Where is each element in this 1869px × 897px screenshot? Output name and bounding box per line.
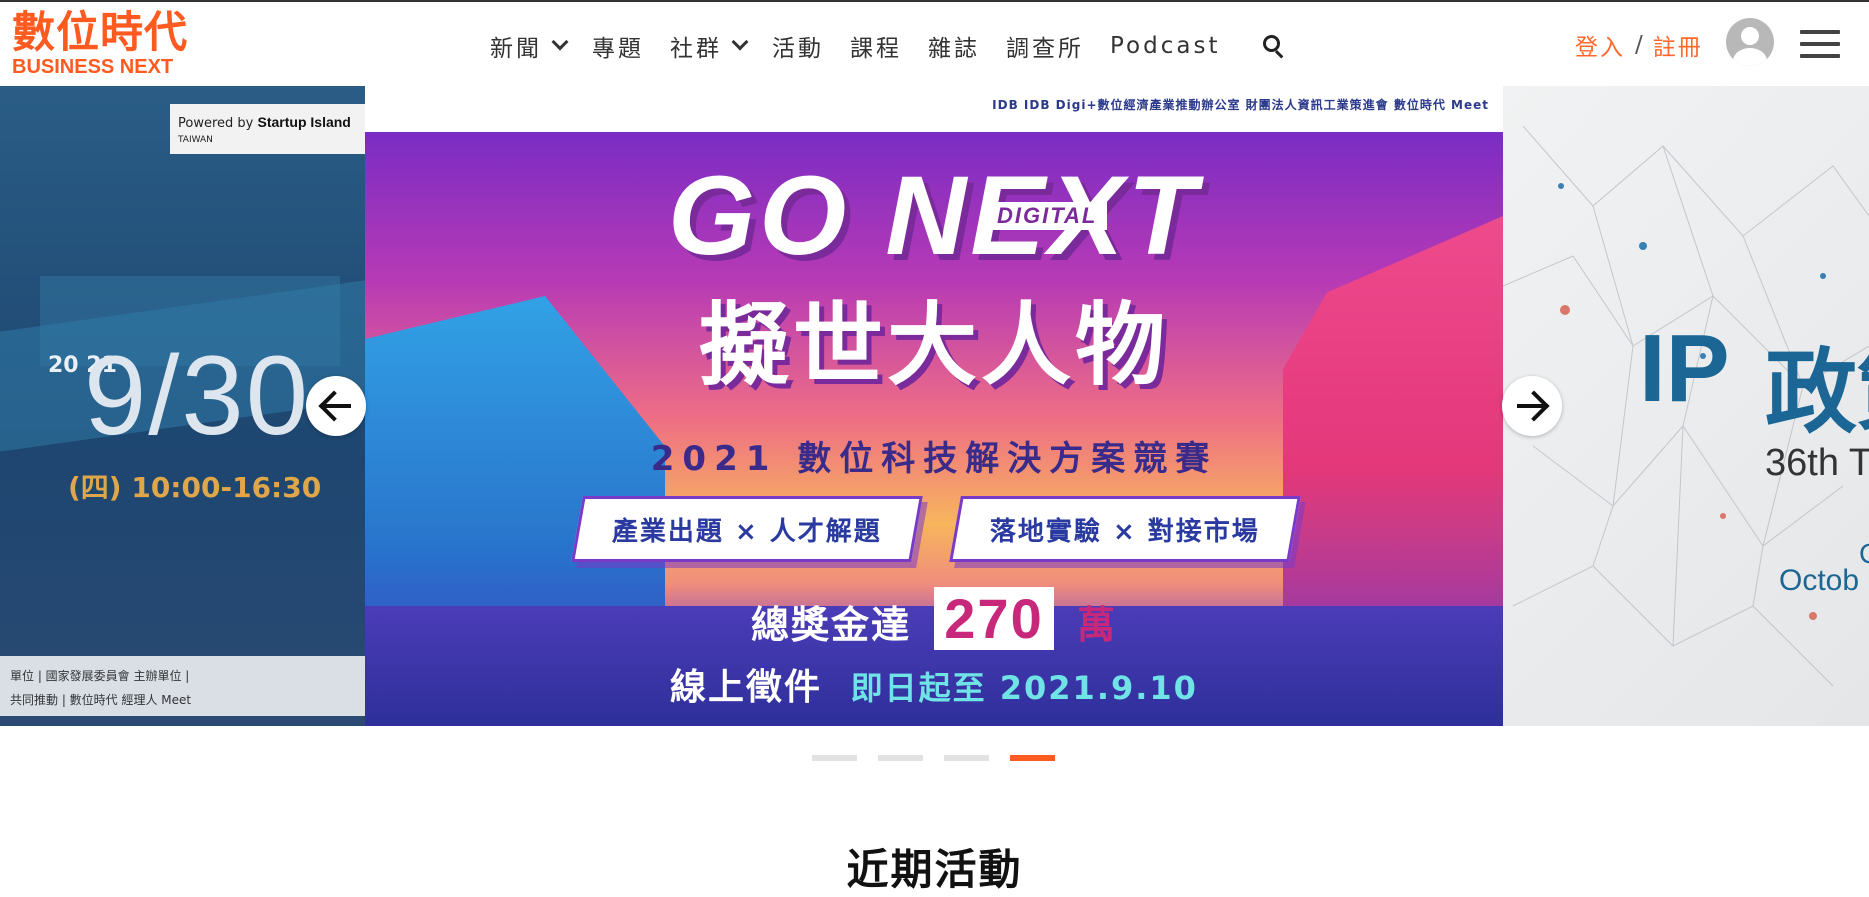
nav-item-label: 社群: [670, 36, 722, 62]
user-icon-head: [1741, 27, 1759, 45]
banner-prize: 總獎金達 270 萬: [365, 586, 1503, 651]
hero-carousel: Powered by Startup Island TAIWAN 20 21 9…: [0, 86, 1869, 726]
next-slide-ordinal: 36th T: [1765, 442, 1869, 484]
deadline-highlight: 即日起至 2021.9.10: [850, 669, 1198, 707]
nav-item-news[interactable]: 新聞: [490, 29, 569, 63]
organizer-strip: 單位 | 國家發展委員會 主辦單位 | 共同推動 | 數位時代 經理人 Meet: [0, 656, 365, 716]
sponsor-logos: IDB IDB Digi+數位經濟產業推動辦公室 財團法人資訊工業策進會 數位時…: [992, 98, 1489, 112]
main-nav: 新聞 專題 社群 活動 課程 雜誌 調查所 Podcast: [490, 24, 1286, 68]
organizer-line: 共同推動 | 數位時代 經理人 Meet: [10, 693, 192, 707]
carousel-dot[interactable]: [812, 755, 857, 761]
next-slide-headline-zh: 政策: [1765, 339, 1869, 446]
menu-bar: [1800, 54, 1840, 58]
carousel-prev-button[interactable]: [306, 376, 366, 436]
banner-pill-text: 產業出題 × 人才解題: [612, 516, 882, 547]
hamburger-menu-icon[interactable]: [1800, 30, 1842, 60]
section-title: 近期活動: [846, 845, 1023, 894]
banner-headline: GO NEXT: [667, 153, 1201, 278]
event-time: (四) 10:00-16:30: [68, 471, 322, 504]
arrow-right-icon-head: [1518, 390, 1550, 422]
powered-by-brand: Startup Island: [257, 114, 351, 130]
search-icon[interactable]: [1262, 34, 1286, 59]
nav-item-events[interactable]: 活動: [772, 29, 824, 63]
banner-deadline: 線上徵件 即日起至 2021.9.10: [365, 658, 1503, 710]
powered-by-badge: Powered by Startup Island TAIWAN: [170, 104, 365, 154]
nav-item-magazine[interactable]: 雜誌: [928, 29, 980, 63]
banner-badge: DIGITAL: [987, 202, 1108, 230]
prize-amount: 270: [934, 587, 1054, 650]
carousel-dot[interactable]: [944, 755, 989, 761]
banner-pill: 落地實驗 × 對接市場: [949, 496, 1301, 562]
next-slide-month: Octob: [1779, 564, 1860, 597]
nav-item-podcast[interactable]: Podcast: [1110, 33, 1220, 59]
logo-en: BUSINESS NEXT: [12, 56, 174, 78]
prize-unit: 萬: [1076, 603, 1117, 647]
nav-item-community[interactable]: 社群: [670, 29, 749, 63]
nav-item-label: 新聞: [490, 36, 542, 62]
auth-separator: /: [1635, 32, 1643, 58]
chevron-down-icon: [551, 33, 569, 51]
carousel-dot-active[interactable]: [1010, 755, 1055, 761]
nav-item-label: 調查所: [1006, 36, 1084, 62]
nav-item-research[interactable]: 調查所: [1006, 29, 1084, 63]
banner-pill: 產業出題 × 人才解題: [571, 496, 923, 562]
user-icon-body: [1733, 48, 1767, 66]
nav-item-topics[interactable]: 專題: [592, 29, 644, 63]
powered-by-sub: TAIWAN: [178, 135, 213, 145]
carousel-dot[interactable]: [878, 755, 923, 761]
banner-title: 擬世大人物: [699, 293, 1169, 398]
nav-item-label: 專題: [592, 36, 644, 62]
next-slide-partial: C: [1859, 538, 1869, 570]
event-date: 9/30: [84, 333, 310, 458]
search-icon-ring: [1263, 35, 1281, 52]
banner-subtitle: 2021 數位科技解決方案競賽: [650, 439, 1218, 479]
sponsor-bar: IDB IDB Digi+數位經濟產業推動辦公室 財團法人資訊工業策進會 數位時…: [365, 86, 1503, 132]
avatar[interactable]: [1726, 18, 1774, 66]
banner-pill-text: 落地實驗 × 對接市場: [990, 516, 1260, 547]
menu-bar: [1800, 42, 1840, 46]
powered-by-label: Powered by: [178, 116, 254, 131]
login-link[interactable]: 登入: [1575, 28, 1625, 62]
carousel-slide-active[interactable]: IDB IDB Digi+數位經濟產業推動辦公室 財團法人資訊工業策進會 數位時…: [365, 86, 1503, 726]
nav-item-label: 雜誌: [928, 36, 980, 62]
register-link[interactable]: 註冊: [1653, 28, 1703, 62]
nav-item-label: Podcast: [1110, 33, 1221, 59]
menu-bar: [1800, 30, 1840, 34]
nav-item-label: 課程: [850, 36, 902, 62]
deadline-prefix: 線上徵件: [670, 667, 823, 708]
nav-item-label: 活動: [772, 36, 824, 62]
search-icon-handle: [1275, 50, 1284, 59]
chevron-down-icon: [731, 33, 749, 51]
site-logo[interactable]: 數位時代 BUSINESS NEXT: [12, 10, 192, 82]
nav-item-courses[interactable]: 課程: [850, 29, 902, 63]
logo-zh: 數位時代: [12, 8, 188, 58]
carousel-pagination: [812, 755, 1076, 761]
prize-prefix: 總獎金達: [751, 603, 912, 647]
auth-links: 登入 / 註冊: [1575, 28, 1703, 62]
organizer-line: 單位 | 國家發展委員會 主辦單位 |: [10, 669, 190, 683]
arrow-left-icon-head: [318, 390, 350, 422]
next-slide-headline: IP: [1639, 315, 1730, 422]
site-header: 數位時代 BUSINESS NEXT 新聞 專題 社群 活動 課程 雜誌 調查所…: [0, 2, 1869, 86]
carousel-next-button[interactable]: [1502, 376, 1562, 436]
